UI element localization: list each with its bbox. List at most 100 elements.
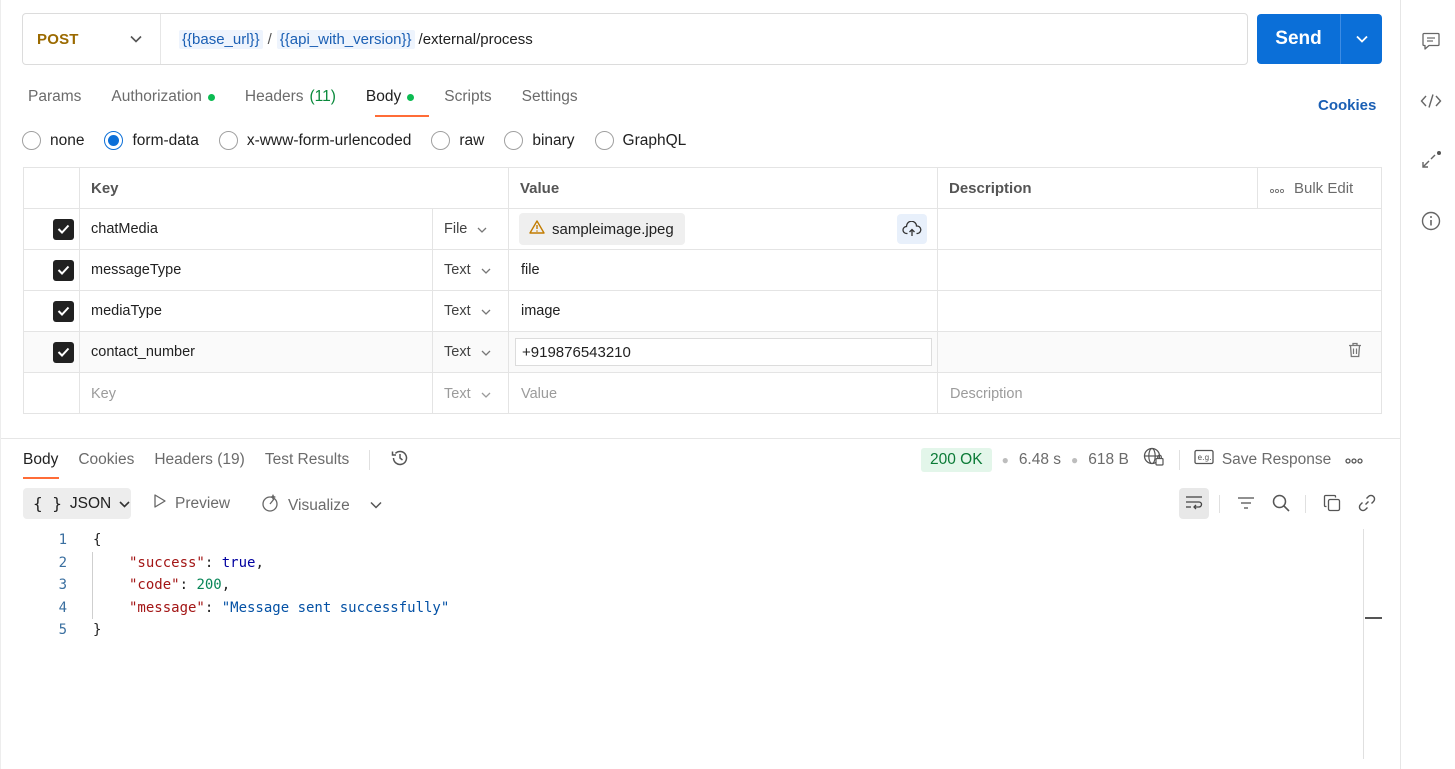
search-button[interactable] (1268, 492, 1294, 518)
radio-none[interactable]: none (22, 131, 84, 150)
radio-button[interactable] (594, 131, 614, 150)
file-chip[interactable]: sampleimage.jpeg (519, 213, 685, 245)
tab-test-results[interactable]: Test Results (265, 449, 349, 471)
url-input[interactable]: {{base_url}} / {{api_with_version}} /ext… (161, 29, 533, 49)
radio-raw[interactable]: raw (431, 131, 484, 150)
row-value[interactable]: file (521, 250, 540, 290)
response-tabs: Body Cookies Headers (19) Test Results (23, 449, 410, 471)
more-options-icon[interactable] (1345, 451, 1363, 469)
row-key[interactable]: messageType (91, 250, 181, 290)
body-type-selector: none form-data x-www-form-urlencoded raw… (22, 131, 706, 150)
row-type-label: Text (444, 262, 471, 278)
response-time[interactable]: 6.48 s (1019, 451, 1061, 469)
tab-scripts[interactable]: Scripts (444, 86, 491, 108)
wrap-lines-icon (1184, 494, 1204, 514)
row-value[interactable]: image (521, 291, 561, 331)
row-key[interactable]: chatMedia (91, 209, 158, 249)
radio-button[interactable] (431, 131, 451, 150)
network-globe-icon[interactable] (1143, 447, 1165, 472)
new-type-selector[interactable]: Text (444, 373, 491, 414)
connections-icon (1420, 150, 1442, 176)
radio-binary[interactable]: binary (504, 131, 575, 150)
scrollbar-track[interactable] (1363, 529, 1364, 759)
status-badge[interactable]: 200 OK (921, 447, 992, 472)
radio-button[interactable] (22, 131, 41, 150)
new-key-input[interactable]: Key (91, 373, 116, 414)
row-checkbox[interactable] (53, 250, 74, 290)
filter-button[interactable] (1233, 492, 1259, 518)
visualize-options-button[interactable] (363, 492, 389, 518)
comments-button[interactable] (1420, 32, 1442, 54)
row-checkbox[interactable] (53, 332, 74, 372)
response-headers-count: (19) (217, 451, 245, 468)
json-key: "code" (129, 577, 180, 593)
upload-file-button[interactable] (897, 209, 927, 249)
visualize-button[interactable]: Visualize (260, 493, 350, 518)
copy-button[interactable] (1319, 492, 1345, 518)
radio-label: GraphQL (622, 131, 687, 149)
tab-response-headers[interactable]: Headers (19) (154, 449, 244, 471)
code-snippet-button[interactable] (1420, 92, 1442, 114)
tab-authorization-label: Authorization (111, 88, 202, 105)
chevron-down-icon (119, 495, 130, 513)
row-type-selector[interactable]: Text (444, 291, 491, 331)
radio-button-selected[interactable] (104, 131, 124, 150)
new-value-input[interactable]: Value (521, 373, 557, 414)
url-separator: / (267, 30, 272, 48)
radio-graphql[interactable]: GraphQL (594, 131, 687, 150)
tab-headers[interactable]: Headers (11) (245, 86, 336, 108)
column-header-key: Key (91, 179, 119, 197)
related-collections-button[interactable] (1420, 150, 1442, 176)
braces-icon: { } (33, 494, 62, 513)
cookies-link[interactable]: Cookies (1318, 97, 1376, 114)
tab-body-label: Body (365, 88, 402, 105)
delete-row-button[interactable] (1348, 332, 1362, 372)
panel-divider[interactable] (1, 438, 1401, 439)
new-description-input[interactable]: Description (950, 373, 1023, 414)
value-input[interactable]: +919876543210 (515, 338, 932, 366)
chevron-down-icon (477, 221, 487, 237)
row-type-selector[interactable]: Text (444, 332, 491, 372)
response-size[interactable]: 618 B (1088, 451, 1129, 469)
send-options-button[interactable] (1341, 14, 1382, 64)
checkbox-checked[interactable] (53, 218, 74, 240)
row-key[interactable]: contact_number (91, 332, 195, 372)
tab-body[interactable]: Body (365, 86, 415, 108)
cloud-upload-icon[interactable] (897, 214, 927, 244)
link-button[interactable] (1354, 492, 1380, 518)
method-selector[interactable]: POST (23, 14, 161, 64)
url-variable-base-url[interactable]: {{base_url}} (179, 29, 263, 49)
row-type-selector[interactable]: Text (444, 250, 491, 290)
row-type-selector[interactable]: File (444, 209, 487, 249)
tab-response-cookies[interactable]: Cookies (78, 449, 134, 471)
tab-response-body[interactable]: Body (23, 449, 58, 471)
wrap-lines-button[interactable] (1179, 488, 1209, 519)
row-checkbox[interactable] (53, 291, 74, 331)
tab-authorization[interactable]: Authorization (111, 86, 215, 108)
preview-label: Preview (175, 494, 231, 512)
info-button[interactable] (1420, 211, 1442, 234)
checkbox-checked[interactable] (53, 259, 74, 281)
url-variable-api-version[interactable]: {{api_with_version}} (276, 29, 415, 49)
send-button[interactable]: Send (1257, 14, 1341, 64)
preview-button[interactable]: Preview (153, 493, 230, 514)
tab-params[interactable]: Params (28, 86, 81, 108)
checkbox-checked[interactable] (53, 300, 74, 322)
history-button[interactable] (390, 449, 410, 471)
radio-form-data[interactable]: form-data (104, 131, 199, 150)
row-key[interactable]: mediaType (91, 291, 162, 331)
row-checkbox[interactable] (53, 209, 74, 249)
radio-button[interactable] (504, 131, 524, 150)
line-number: 2 (58, 554, 67, 571)
response-format-selector[interactable]: { } JSON (23, 488, 131, 519)
tab-headers-label: Headers (244, 88, 304, 105)
checkbox-checked[interactable] (53, 341, 74, 363)
json-value: true (221, 554, 256, 571)
radio-urlencoded[interactable]: x-www-form-urlencoded (218, 131, 411, 150)
trash-icon[interactable] (1348, 342, 1362, 362)
radio-label: raw (459, 131, 485, 149)
tab-settings[interactable]: Settings (522, 86, 578, 108)
save-response-button[interactable]: e.g. Save Response (1194, 449, 1331, 470)
radio-button[interactable] (218, 131, 238, 150)
bulk-edit-button[interactable]: Bulk Edit (1269, 168, 1353, 208)
